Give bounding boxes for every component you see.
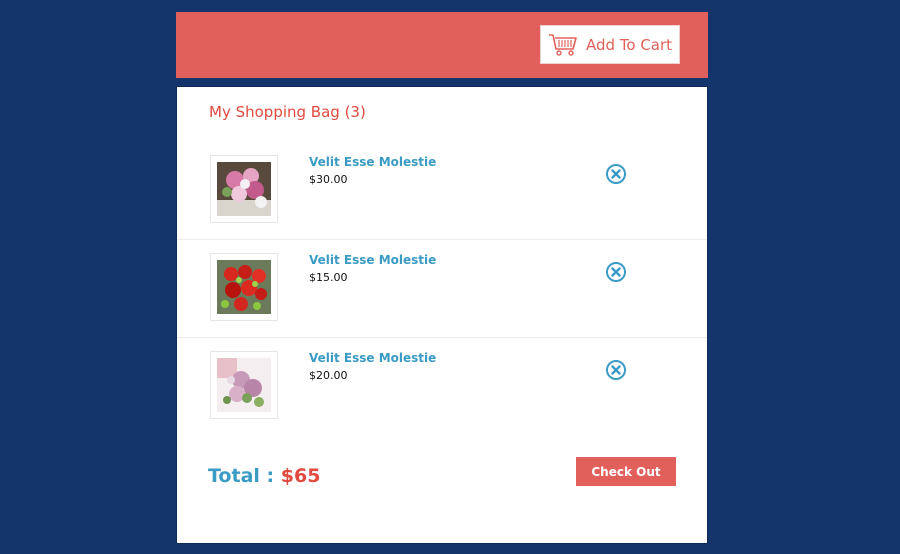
product-name[interactable]: Velit Esse Molestie [309, 253, 436, 267]
product-price: $30.00 [309, 173, 348, 186]
pink-bouquet-image [217, 162, 271, 216]
cart-item: Velit Esse Molestie $15.00 [177, 239, 707, 338]
add-to-cart-button[interactable]: Add To Cart [540, 25, 680, 64]
red-roses-bouquet-image [217, 260, 271, 314]
lilac-bouquet-image [217, 358, 271, 412]
checkout-button[interactable]: Check Out [576, 457, 676, 486]
remove-circle-icon [606, 164, 626, 184]
product-price: $20.00 [309, 369, 348, 382]
total-amount: $65 [280, 465, 321, 487]
shopping-cart-icon [548, 33, 577, 56]
product-name[interactable]: Velit Esse Molestie [309, 155, 436, 169]
product-name[interactable]: Velit Esse Molestie [309, 351, 436, 365]
remove-circle-icon [606, 262, 626, 282]
shopping-bag-title: My Shopping Bag (3) [209, 103, 366, 121]
remove-item-button[interactable] [605, 359, 627, 381]
cart-total: Total : $65 [208, 465, 320, 487]
product-thumbnail[interactable] [210, 155, 278, 223]
product-thumbnail[interactable] [210, 253, 278, 321]
add-to-cart-label: Add To Cart [585, 35, 673, 54]
remove-item-button[interactable] [605, 163, 627, 185]
cart-item: Velit Esse Molestie $20.00 [177, 337, 707, 435]
product-thumbnail[interactable] [210, 351, 278, 419]
header-bar: Add To Cart [176, 12, 708, 78]
remove-item-button[interactable] [605, 261, 627, 283]
product-price: $15.00 [309, 271, 348, 284]
cart-item: Velit Esse Molestie $30.00 [177, 141, 707, 240]
shopping-bag-panel: My Shopping Bag (3) Velit Esse Molestie … [176, 86, 708, 544]
total-label: Total : [208, 465, 275, 487]
remove-circle-icon [606, 360, 626, 380]
